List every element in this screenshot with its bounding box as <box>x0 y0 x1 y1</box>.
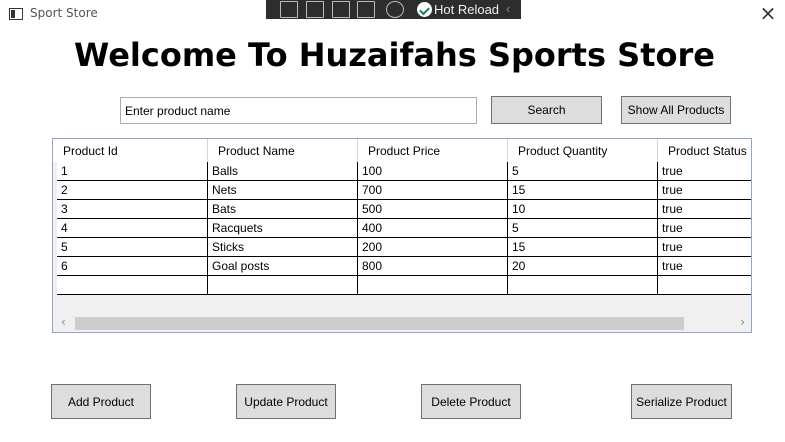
binding-failures-icon[interactable] <box>386 1 404 18</box>
cell-product-price[interactable]: 700 <box>358 181 508 199</box>
products-datagrid[interactable]: Product Id Product Name Product Price Pr… <box>52 138 752 333</box>
cell-product-id[interactable]: 3 <box>57 200 208 218</box>
search-input[interactable] <box>120 97 477 124</box>
table-row[interactable]: 6 Goal posts 800 20 true <box>57 257 751 276</box>
serialize-product-button[interactable]: Serialize Product <box>631 384 732 419</box>
display-layout-adorners-icon[interactable] <box>332 1 350 18</box>
cell-product-quantity[interactable]: 5 <box>508 162 658 180</box>
close-button[interactable]: × <box>757 2 779 24</box>
scroll-right-icon[interactable]: › <box>740 315 745 329</box>
window-title: Sport Store <box>30 6 98 20</box>
cell-product-name[interactable]: Racquets <box>208 219 358 237</box>
search-button[interactable]: Search <box>491 96 602 124</box>
cell-product-status[interactable]: true <box>658 257 751 275</box>
collapse-toolbar-icon[interactable]: ‹ <box>506 1 510 16</box>
scroll-thumb[interactable] <box>75 317 684 330</box>
cell-product-status[interactable]: true <box>658 200 751 218</box>
cell-product-quantity[interactable]: 5 <box>508 219 658 237</box>
add-product-button[interactable]: Add Product <box>51 384 151 419</box>
column-header-product-status[interactable]: Product Status <box>658 139 751 162</box>
table-row[interactable]: 4 Racquets 400 5 true <box>57 219 751 238</box>
scroll-left-icon[interactable]: ‹ <box>61 315 66 329</box>
cell-product-quantity[interactable]: 15 <box>508 238 658 256</box>
cell-product-id[interactable]: 2 <box>57 181 208 199</box>
column-header-product-id[interactable]: Product Id <box>53 139 208 162</box>
hot-reload-check-icon <box>417 2 432 17</box>
cell-product-quantity[interactable]: 15 <box>508 181 658 199</box>
cell-product-name[interactable]: Bats <box>208 200 358 218</box>
new-item-row[interactable] <box>57 276 751 295</box>
column-header-product-quantity[interactable]: Product Quantity <box>508 139 658 162</box>
table-row[interactable]: 1 Balls 100 5 true <box>57 162 751 181</box>
cell-product-name[interactable]: Balls <box>208 162 358 180</box>
cell-product-id[interactable]: 1 <box>57 162 208 180</box>
cell-product-price[interactable]: 800 <box>358 257 508 275</box>
cell-product-name[interactable]: Goal posts <box>208 257 358 275</box>
cell-product-status[interactable]: true <box>658 238 751 256</box>
cell-product-id[interactable]: 4 <box>57 219 208 237</box>
cell-product-id[interactable]: 5 <box>57 238 208 256</box>
cell-product-price[interactable]: 500 <box>358 200 508 218</box>
show-all-products-button[interactable]: Show All Products <box>621 96 731 124</box>
cell-product-status[interactable]: true <box>658 219 751 237</box>
app-window-icon <box>9 8 23 20</box>
datagrid-header: Product Id Product Name Product Price Pr… <box>53 139 751 162</box>
cell-product-price[interactable]: 100 <box>358 162 508 180</box>
table-row[interactable]: 5 Sticks 200 15 true <box>57 238 751 257</box>
table-row[interactable]: 3 Bats 500 10 true <box>57 200 751 219</box>
cell-product-quantity[interactable]: 10 <box>508 200 658 218</box>
table-row[interactable]: 2 Nets 700 15 true <box>57 181 751 200</box>
cell-product-status[interactable]: true <box>658 162 751 180</box>
cell-product-price[interactable]: 200 <box>358 238 508 256</box>
hot-reload-label[interactable]: Hot Reload <box>434 2 499 17</box>
hot-reload-toolbar: Hot Reload ‹ <box>266 0 521 19</box>
cell-product-status[interactable]: true <box>658 181 751 199</box>
column-header-product-name[interactable]: Product Name <box>208 139 358 162</box>
delete-product-button[interactable]: Delete Product <box>421 384 521 419</box>
update-product-button[interactable]: Update Product <box>236 384 336 419</box>
page-heading: Welcome To Huzaifahs Sports Store <box>74 36 715 74</box>
track-focus-icon[interactable] <box>357 1 375 18</box>
cell-product-id[interactable]: 6 <box>57 257 208 275</box>
column-header-product-price[interactable]: Product Price <box>358 139 508 162</box>
new-row-cell[interactable] <box>508 276 658 294</box>
new-row-cell[interactable] <box>658 276 751 294</box>
cell-product-price[interactable]: 400 <box>358 219 508 237</box>
horizontal-scrollbar[interactable]: ‹ › <box>53 314 751 332</box>
select-element-icon[interactable] <box>306 1 324 18</box>
new-row-cell[interactable] <box>358 276 508 294</box>
new-row-cell[interactable] <box>208 276 358 294</box>
new-row-cell[interactable] <box>57 276 208 294</box>
cell-product-quantity[interactable]: 20 <box>508 257 658 275</box>
live-visual-tree-icon[interactable] <box>280 1 298 18</box>
cell-product-name[interactable]: Nets <box>208 181 358 199</box>
cell-product-name[interactable]: Sticks <box>208 238 358 256</box>
